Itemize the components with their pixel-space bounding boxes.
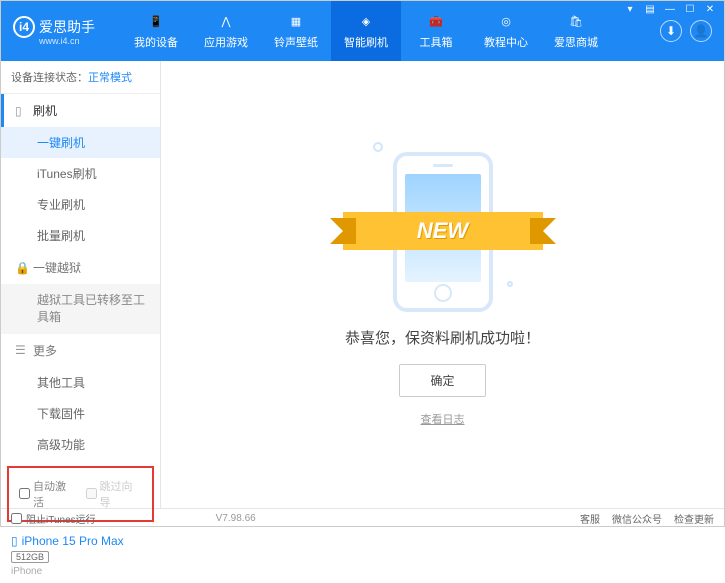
logo-icon: i4 bbox=[13, 16, 35, 38]
phone-small-icon: ▯ bbox=[11, 534, 18, 548]
ringtone-icon: ▦ bbox=[287, 12, 305, 30]
lock-icon: 🔒 bbox=[15, 261, 27, 275]
logo: i4 爱思助手 www.i4.cn bbox=[1, 16, 121, 46]
success-message: 恭喜您，保资料刷机成功啦！ bbox=[345, 327, 540, 348]
store-icon: 🛍 bbox=[567, 12, 585, 30]
device-info[interactable]: ▯ iPhone 15 Pro Max 512GB iPhone bbox=[1, 528, 160, 583]
footer-support[interactable]: 客服 bbox=[580, 511, 600, 526]
toolbox-icon: 🧰 bbox=[427, 12, 445, 30]
ok-button[interactable]: 确定 bbox=[399, 364, 485, 397]
download-button[interactable]: ⬇ bbox=[660, 20, 682, 42]
user-button[interactable]: 👤 bbox=[690, 20, 712, 42]
close-icon[interactable]: ✕ bbox=[703, 4, 717, 15]
device-type: iPhone bbox=[11, 566, 150, 577]
device-storage: 512GB bbox=[11, 551, 49, 563]
phone-icon: ▯ bbox=[15, 104, 27, 118]
sidebar-item-itunes-flash[interactable]: iTunes刷机 bbox=[1, 158, 160, 189]
version-label: V7.98.66 bbox=[216, 513, 256, 524]
section-more[interactable]: ☰ 更多 bbox=[1, 334, 160, 367]
nav-toolbox[interactable]: 🧰 工具箱 bbox=[401, 1, 471, 61]
top-nav: 📱 我的设备 ⋀ 应用游戏 ▦ 铃声壁纸 ◈ 智能刷机 🧰 工具箱 ◎ 教程中心… bbox=[121, 1, 660, 61]
skin-icon[interactable]: ▤ bbox=[643, 4, 657, 15]
footer-wechat[interactable]: 微信公众号 bbox=[612, 511, 662, 526]
block-itunes-label: 阻止iTunes运行 bbox=[26, 511, 96, 526]
settings-icon[interactable]: ▾ bbox=[623, 4, 637, 15]
app-name: 爱思助手 bbox=[39, 17, 95, 37]
nav-apps[interactable]: ⋀ 应用游戏 bbox=[191, 1, 261, 61]
section-flash[interactable]: ▯ 刷机 bbox=[1, 94, 160, 127]
tutorial-icon: ◎ bbox=[497, 12, 515, 30]
flash-icon: ◈ bbox=[357, 12, 375, 30]
nav-tutorials[interactable]: ◎ 教程中心 bbox=[471, 1, 541, 61]
jailbreak-note: 越狱工具已转移至工具箱 bbox=[1, 284, 160, 334]
sidebar-item-advanced[interactable]: 高级功能 bbox=[1, 429, 160, 460]
nav-smart-flash[interactable]: ◈ 智能刷机 bbox=[331, 1, 401, 61]
apps-icon: ⋀ bbox=[217, 12, 235, 30]
sidebar: 设备连接状态：正常模式 ▯ 刷机 一键刷机 iTunes刷机 专业刷机 批量刷机… bbox=[1, 61, 161, 508]
sidebar-item-oneclick-flash[interactable]: 一键刷机 bbox=[1, 127, 160, 158]
top-header: i4 爱思助手 www.i4.cn 📱 我的设备 ⋀ 应用游戏 ▦ 铃声壁纸 ◈… bbox=[1, 1, 724, 61]
device-icon: 📱 bbox=[147, 12, 165, 30]
success-illustration: NEW bbox=[333, 142, 553, 312]
main-content: NEW 恭喜您，保资料刷机成功啦！ 确定 查看日志 bbox=[161, 61, 724, 508]
nav-my-device[interactable]: 📱 我的设备 bbox=[121, 1, 191, 61]
maximize-icon[interactable]: ☐ bbox=[683, 4, 697, 15]
app-url: www.i4.cn bbox=[39, 36, 121, 46]
nav-store[interactable]: 🛍 爱思商城 bbox=[541, 1, 611, 61]
view-log-link[interactable]: 查看日志 bbox=[421, 411, 465, 427]
sidebar-item-other-tools[interactable]: 其他工具 bbox=[1, 367, 160, 398]
minimize-icon[interactable]: — bbox=[663, 4, 677, 15]
connection-status: 设备连接状态：正常模式 bbox=[1, 61, 160, 94]
device-name: iPhone 15 Pro Max bbox=[22, 534, 124, 548]
checkbox-auto-activate[interactable]: 自动激活 bbox=[19, 478, 76, 510]
sidebar-item-batch-flash[interactable]: 批量刷机 bbox=[1, 220, 160, 251]
section-jailbreak[interactable]: 🔒 一键越狱 bbox=[1, 251, 160, 284]
sidebar-item-pro-flash[interactable]: 专业刷机 bbox=[1, 189, 160, 220]
footer-update[interactable]: 检查更新 bbox=[674, 511, 714, 526]
checkbox-skip-guide[interactable]: 跳过向导 bbox=[86, 478, 143, 510]
sidebar-item-download-firmware[interactable]: 下载固件 bbox=[1, 398, 160, 429]
more-icon: ☰ bbox=[15, 343, 27, 357]
checkbox-block-itunes[interactable] bbox=[11, 513, 22, 524]
new-ribbon: NEW bbox=[343, 212, 543, 250]
nav-ringtones[interactable]: ▦ 铃声壁纸 bbox=[261, 1, 331, 61]
